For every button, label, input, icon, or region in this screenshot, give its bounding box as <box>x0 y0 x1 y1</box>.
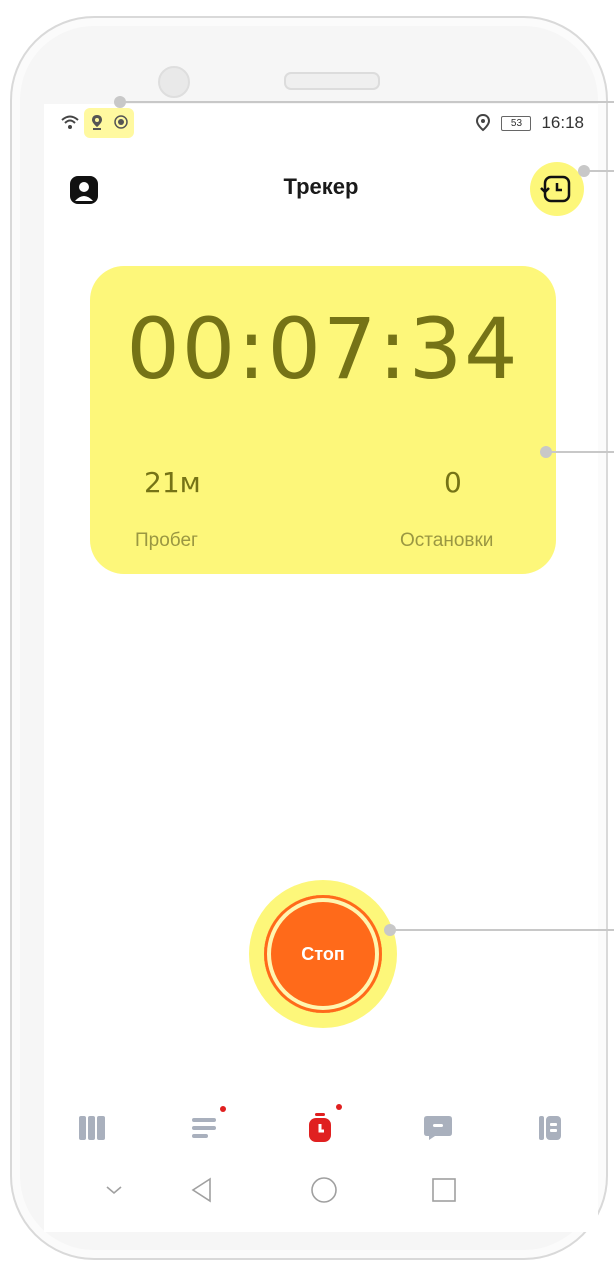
screen: 53 16:18 Трекер 00:07:34 21м Пробег 0 Ос… <box>44 104 598 1232</box>
document-icon <box>539 1116 561 1140</box>
status-left-icons <box>60 114 128 130</box>
location-icon <box>476 114 491 132</box>
list-badge <box>220 1106 226 1112</box>
chat-icon <box>424 1116 452 1140</box>
pointer-line-stop <box>390 929 614 931</box>
chevron-down-icon <box>106 1186 122 1195</box>
nav-tracker[interactable] <box>300 1104 342 1148</box>
elapsed-timer: 00:07:34 <box>126 300 520 398</box>
nav-list[interactable] <box>184 1106 226 1148</box>
bottom-nav <box>44 1094 598 1152</box>
back-icon <box>191 1177 211 1203</box>
collapse-button[interactable] <box>98 1174 130 1206</box>
mileage-label: Пробег <box>135 530 198 551</box>
stop-button[interactable]: Стоп <box>264 895 382 1013</box>
pointer-line-history <box>584 170 614 172</box>
record-icon <box>114 115 128 129</box>
system-nav-bar <box>44 1156 598 1226</box>
status-time: 16:18 <box>541 113 584 132</box>
nav-map[interactable] <box>72 1108 112 1148</box>
front-camera <box>158 66 190 98</box>
phone-frame: 53 16:18 Трекер 00:07:34 21м Пробег 0 Ос… <box>10 16 608 1260</box>
battery-icon: 53 <box>501 115 532 131</box>
recents-icon <box>432 1178 456 1202</box>
map-icon <box>79 1116 105 1140</box>
list-icon <box>192 1118 216 1138</box>
history-button[interactable] <box>530 162 584 216</box>
status-bar: 53 16:18 <box>44 104 598 144</box>
status-right-icons: 53 16:18 <box>475 113 584 133</box>
home-button[interactable] <box>308 1174 340 1206</box>
pointer-line-status <box>120 101 614 103</box>
nav-documents[interactable] <box>530 1108 570 1148</box>
stops-label: Остановки <box>400 530 494 551</box>
tracker-card: 00:07:34 21м Пробег 0 Остановки <box>90 266 556 574</box>
home-icon <box>311 1177 337 1203</box>
nav-chat[interactable] <box>418 1108 458 1148</box>
page-title: Трекер <box>283 174 359 199</box>
mileage-value: 21м <box>144 466 201 499</box>
earpiece-speaker <box>284 72 380 90</box>
stopwatch-icon <box>309 1113 331 1142</box>
stop-button-label: Стоп <box>301 944 345 964</box>
tracker-badge <box>336 1104 342 1110</box>
recents-button[interactable] <box>428 1174 460 1206</box>
back-button[interactable] <box>186 1174 218 1206</box>
stops-value: 0 <box>444 466 462 499</box>
history-icon <box>540 175 571 203</box>
app-bar: Трекер <box>44 160 598 220</box>
location-pin-icon <box>92 115 102 130</box>
pointer-line-card <box>546 451 614 453</box>
wifi-icon <box>61 115 79 129</box>
